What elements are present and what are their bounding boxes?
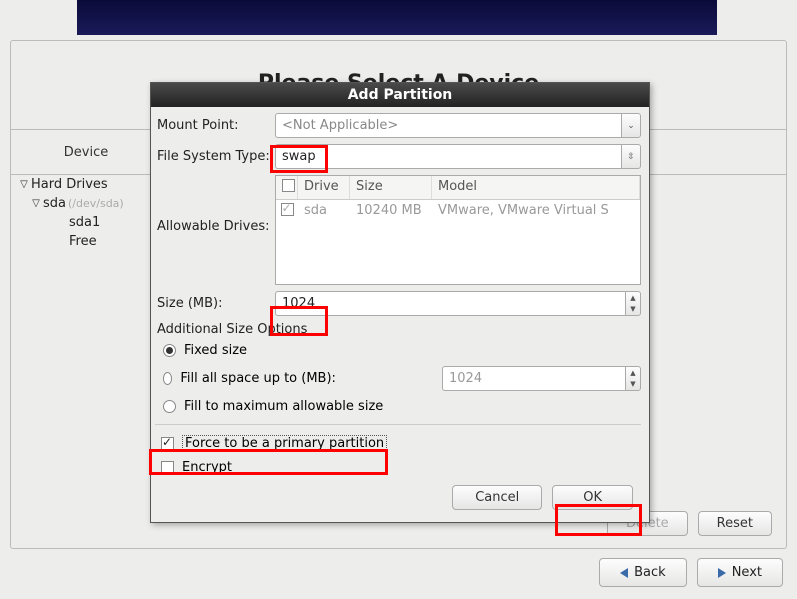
mount-point-row: Mount Point: <Not Applicable> ⌄ (155, 113, 641, 138)
disclosure-triangle-icon[interactable]: ▽ (17, 179, 31, 190)
tree-label: sda (43, 196, 66, 211)
chevron-updown-icon: ⇳ (627, 152, 635, 162)
fill-upto-spin-buttons: ▲▼ (625, 366, 641, 391)
spin-down-icon[interactable]: ▼ (626, 304, 640, 316)
back-button[interactable]: Back (599, 558, 687, 587)
fs-type-combo[interactable]: swap ⇳ (275, 144, 641, 169)
allowable-drives-label: Allowable Drives: (155, 175, 275, 234)
drives-header-model[interactable]: Model (432, 176, 640, 199)
select-all-checkbox[interactable] (282, 179, 295, 192)
installer-banner (77, 0, 717, 35)
allowable-drives-list[interactable]: Drive Size Model sda 10240 MB VMware, VM… (275, 175, 641, 285)
size-input[interactable] (275, 291, 625, 316)
spin-down-icon: ▼ (626, 379, 640, 391)
drives-header: Drive Size Model (276, 176, 640, 200)
fs-type-dropdown-button[interactable]: ⇳ (621, 144, 641, 169)
drives-header-size[interactable]: Size (350, 176, 432, 199)
fs-type-label: File System Type: (155, 149, 275, 164)
drive-model: VMware, VMware Virtual S (432, 203, 640, 220)
radio-fill-up-to[interactable]: Fill all space up to (MB): ▲▼ (155, 362, 641, 395)
size-spin-buttons[interactable]: ▲▼ (625, 291, 641, 316)
ok-button[interactable]: OK (552, 485, 633, 510)
drive-checkbox[interactable] (281, 203, 294, 216)
fs-type-row: File System Type: swap ⇳ (155, 144, 641, 169)
mount-point-value[interactable]: <Not Applicable> (275, 113, 621, 138)
force-primary-checkbox[interactable] (161, 437, 174, 450)
encrypt-row[interactable]: Encrypt (155, 456, 641, 479)
size-label: Size (MB): (155, 296, 275, 311)
next-label: Next (732, 565, 762, 580)
dialog-title: Add Partition (151, 83, 649, 107)
tree-label: Hard Drives (31, 177, 108, 192)
dialog-button-bar: Cancel OK (155, 479, 641, 512)
tree-label: sda1 (69, 215, 100, 230)
drive-name: sda (298, 203, 350, 220)
encrypt-checkbox[interactable] (161, 461, 174, 474)
cancel-button[interactable]: Cancel (452, 485, 542, 510)
back-label: Back (634, 565, 666, 580)
force-primary-row[interactable]: Force to be a primary partition (155, 431, 641, 456)
allowable-drives-row: Allowable Drives: Drive Size Model sda 1… (155, 175, 641, 285)
disclosure-triangle-icon[interactable]: ▽ (29, 198, 43, 209)
dialog-body: Mount Point: <Not Applicable> ⌄ File Sys… (151, 107, 649, 522)
mount-point-combo[interactable]: <Not Applicable> ⌄ (275, 113, 641, 138)
next-button[interactable]: Next (697, 558, 783, 587)
device-column-label: Device (11, 145, 161, 160)
reset-button[interactable]: Reset (698, 511, 772, 536)
device-path: (/dev/sda) (68, 197, 124, 210)
encrypt-label: Encrypt (182, 460, 232, 475)
fs-type-value[interactable]: swap (275, 144, 621, 169)
radio-max-icon[interactable] (163, 400, 176, 413)
fill-upto-input (442, 366, 625, 391)
mount-point-dropdown-button[interactable]: ⌄ (621, 113, 641, 138)
force-primary-label: Force to be a primary partition (182, 435, 387, 452)
size-spinner[interactable]: ▲▼ (275, 291, 641, 316)
drives-header-checkbox-col[interactable] (276, 176, 298, 199)
spin-up-icon[interactable]: ▲ (626, 292, 640, 304)
arrow-left-icon (620, 568, 628, 578)
drive-size: 10240 MB (350, 203, 432, 220)
tree-label: Free (69, 234, 97, 249)
arrow-right-icon (718, 568, 726, 578)
spin-up-icon: ▲ (626, 367, 640, 379)
drives-header-drive[interactable]: Drive (298, 176, 350, 199)
chevron-down-icon: ⌄ (627, 121, 635, 131)
mount-point-label: Mount Point: (155, 118, 275, 133)
add-partition-dialog: Add Partition Mount Point: <Not Applicab… (150, 82, 650, 523)
fill-upto-spinner: ▲▼ (442, 366, 641, 391)
radio-upto-icon[interactable] (163, 372, 172, 385)
size-row: Size (MB): ▲▼ (155, 291, 641, 316)
wizard-nav-bar: Back Next (599, 558, 783, 587)
radio-fixed-icon[interactable] (163, 344, 176, 357)
radio-max-label: Fill to maximum allowable size (184, 399, 383, 414)
radio-fixed-size[interactable]: Fixed size (155, 339, 641, 362)
additional-size-label: Additional Size Options (155, 322, 641, 337)
radio-upto-label: Fill all space up to (MB): (180, 371, 352, 386)
drive-row-sda[interactable]: sda 10240 MB VMware, VMware Virtual S (276, 200, 640, 223)
radio-fixed-label: Fixed size (184, 343, 247, 358)
radio-fill-max[interactable]: Fill to maximum allowable size (155, 395, 641, 418)
